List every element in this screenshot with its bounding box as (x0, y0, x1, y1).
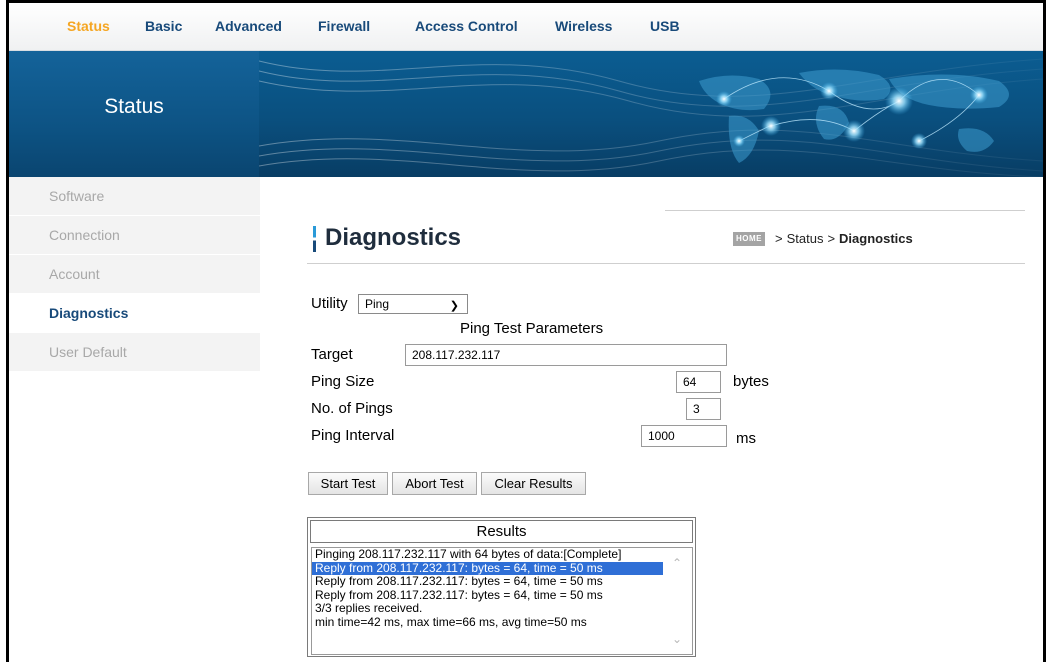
utility-label: Utility (311, 295, 348, 312)
num-pings-label: No. of Pings (311, 400, 393, 417)
target-label: Target (311, 346, 353, 363)
sidebar-item-user-default[interactable]: User Default (9, 333, 260, 372)
home-icon[interactable]: HOME (733, 231, 765, 246)
section-title: Ping Test Parameters (460, 320, 604, 337)
utility-select-value: Ping (365, 297, 390, 311)
heading-divider-bottom (307, 263, 1025, 264)
nav-status[interactable]: Status (67, 18, 110, 34)
ping-size-unit: bytes (733, 373, 769, 390)
sidebar-item-account[interactable]: Account (9, 255, 260, 294)
ping-interval-input[interactable]: 1000 (641, 425, 727, 447)
top-nav: Status Basic Advanced Firewall Access Co… (9, 3, 1043, 51)
breadcrumb: HOME > Status > Diagnostics (733, 231, 913, 246)
banner-title-panel: Status (9, 51, 259, 177)
results-line[interactable]: min time=42 ms, max time=66 ms, avg time… (312, 615, 663, 630)
header-banner: Status (9, 51, 1043, 177)
ping-size-input[interactable]: 64 (676, 371, 721, 393)
start-test-button[interactable]: Start Test (308, 472, 388, 495)
target-input[interactable]: 208.117.232.117 (405, 344, 727, 366)
results-panel: Results Pinging 208.117.232.117 with 64 … (307, 517, 696, 657)
title-accent-bar (313, 226, 316, 252)
chevron-down-icon: ❯ (449, 300, 459, 312)
results-scrollbar[interactable]: ⌃ ⌄ (664, 548, 692, 654)
abort-test-button[interactable]: Abort Test (392, 472, 477, 495)
sidebar: Software Connection Account Diagnostics … (9, 177, 260, 372)
utility-select[interactable]: Ping ❯ (358, 294, 468, 314)
nav-basic[interactable]: Basic (145, 18, 182, 34)
results-line-selected[interactable]: Reply from 208.117.232.117: bytes = 64, … (312, 561, 663, 575)
sidebar-item-software[interactable]: Software (9, 177, 260, 216)
ping-interval-unit: ms (736, 430, 756, 447)
world-network-graphic (259, 58, 1043, 177)
heading-divider-top (665, 210, 1025, 211)
results-title: Results (310, 520, 693, 543)
results-line[interactable]: 3/3 replies received. (312, 601, 663, 616)
nav-firewall[interactable]: Firewall (318, 18, 370, 34)
results-line[interactable]: Reply from 208.117.232.117: bytes = 64, … (312, 588, 663, 603)
breadcrumb-separator: > (775, 231, 783, 246)
window-border-right (1043, 0, 1046, 662)
banner-title: Status (104, 95, 164, 118)
breadcrumb-separator: > (827, 231, 836, 246)
breadcrumb-status[interactable]: Status (787, 231, 824, 246)
nav-access-control[interactable]: Access Control (415, 18, 518, 34)
results-line[interactable]: Reply from 208.117.232.117: bytes = 64, … (312, 574, 663, 589)
breadcrumb-current: Diagnostics (839, 231, 913, 246)
results-line[interactable]: Pinging 208.117.232.117 with 64 bytes of… (312, 548, 663, 562)
sidebar-item-connection[interactable]: Connection (9, 216, 260, 255)
nav-advanced[interactable]: Advanced (215, 18, 282, 34)
num-pings-input[interactable]: 3 (686, 398, 721, 420)
sidebar-item-diagnostics[interactable]: Diagnostics (9, 294, 260, 333)
clear-results-button[interactable]: Clear Results (481, 472, 586, 495)
nav-wireless[interactable]: Wireless (555, 18, 612, 34)
chevron-up-icon[interactable]: ⌃ (672, 556, 682, 570)
chevron-down-icon[interactable]: ⌄ (672, 632, 682, 646)
page-title: Diagnostics (325, 224, 462, 251)
nav-usb[interactable]: USB (650, 18, 680, 34)
ping-interval-label: Ping Interval (311, 427, 395, 444)
ping-size-label: Ping Size (311, 373, 375, 390)
results-listbox[interactable]: Pinging 208.117.232.117 with 64 bytes of… (311, 547, 693, 655)
